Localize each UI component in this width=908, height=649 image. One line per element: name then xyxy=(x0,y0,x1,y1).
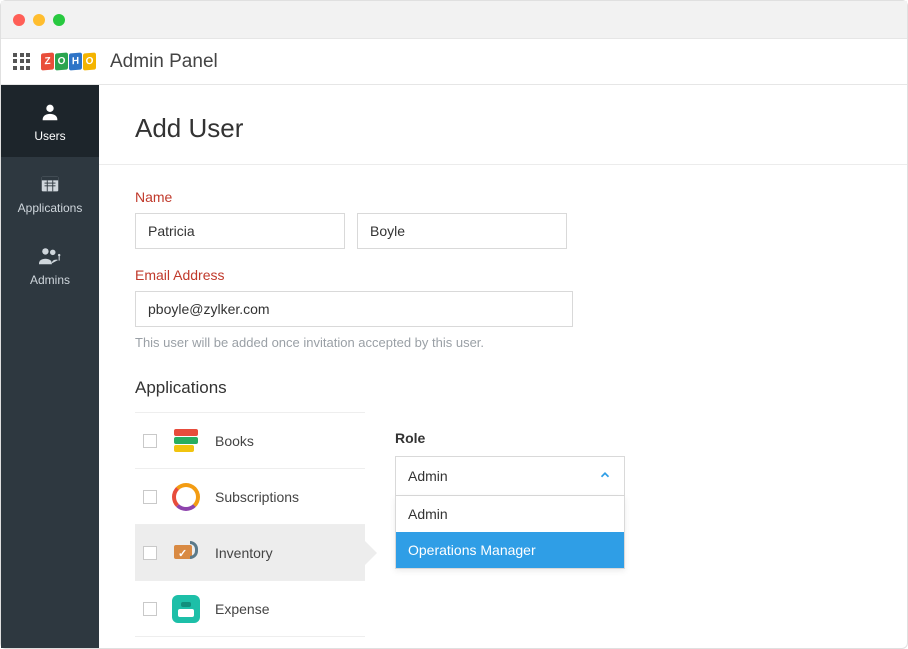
divider xyxy=(99,164,907,165)
app-header: ZOHO Admin Panel xyxy=(1,39,907,85)
sidebar-item-label: Applications xyxy=(1,201,99,215)
role-selected-value: Admin xyxy=(408,468,448,484)
role-option-admin[interactable]: Admin xyxy=(396,496,624,532)
last-name-input[interactable] xyxy=(357,213,567,249)
chevron-up-icon xyxy=(598,468,612,485)
sidebar: Users Applications Admins xyxy=(1,85,99,648)
applications-icon xyxy=(1,173,99,195)
first-name-input[interactable] xyxy=(135,213,345,249)
close-window-button[interactable] xyxy=(13,14,25,26)
subscriptions-icon xyxy=(171,482,201,512)
role-label: Role xyxy=(395,430,625,446)
app-row-books[interactable]: Books xyxy=(135,413,365,469)
name-label: Name xyxy=(135,189,871,205)
app-checkbox[interactable] xyxy=(143,602,157,616)
user-icon xyxy=(1,101,99,123)
main-panel: Add User Name Email Address This user wi… xyxy=(99,85,907,648)
zoho-logo: ZOHO xyxy=(41,53,96,70)
sidebar-item-users[interactable]: Users xyxy=(1,85,99,157)
role-dropdown: Admin Operations Manager xyxy=(395,496,625,569)
app-label: Subscriptions xyxy=(215,489,299,505)
apps-launcher-icon[interactable] xyxy=(13,53,31,71)
inventory-icon: ✓ xyxy=(171,538,201,568)
admins-icon xyxy=(1,245,99,267)
app-label: Inventory xyxy=(215,545,273,561)
email-hint: This user will be added once invitation … xyxy=(135,335,871,350)
app-label: Expense xyxy=(215,601,269,617)
app-checkbox[interactable] xyxy=(143,434,157,448)
app-row-expense[interactable]: Expense xyxy=(135,581,365,637)
maximize-window-button[interactable] xyxy=(53,14,65,26)
page-title: Add User xyxy=(135,113,871,144)
sidebar-item-applications[interactable]: Applications xyxy=(1,157,99,229)
role-panel: Role Admin Admin Operations Manager xyxy=(395,430,625,569)
applications-section-label: Applications xyxy=(135,378,871,398)
app-row-subscriptions[interactable]: Subscriptions xyxy=(135,469,365,525)
window-titlebar xyxy=(1,1,907,39)
app-label: Books xyxy=(215,433,254,449)
minimize-window-button[interactable] xyxy=(33,14,45,26)
app-row-inventory[interactable]: ✓ Inventory xyxy=(135,525,365,581)
email-label: Email Address xyxy=(135,267,871,283)
app-checkbox[interactable] xyxy=(143,490,157,504)
applications-list: Books Subscriptions ✓ Inventory Expense xyxy=(135,412,365,637)
sidebar-item-label: Admins xyxy=(1,273,99,287)
role-select[interactable]: Admin xyxy=(395,456,625,496)
sidebar-item-label: Users xyxy=(1,129,99,143)
app-checkbox[interactable] xyxy=(143,546,157,560)
header-title: Admin Panel xyxy=(110,51,218,73)
role-option-operations-manager[interactable]: Operations Manager xyxy=(396,532,624,568)
books-icon xyxy=(171,426,201,456)
expense-icon xyxy=(171,594,201,624)
email-input[interactable] xyxy=(135,291,573,327)
sidebar-item-admins[interactable]: Admins xyxy=(1,229,99,301)
